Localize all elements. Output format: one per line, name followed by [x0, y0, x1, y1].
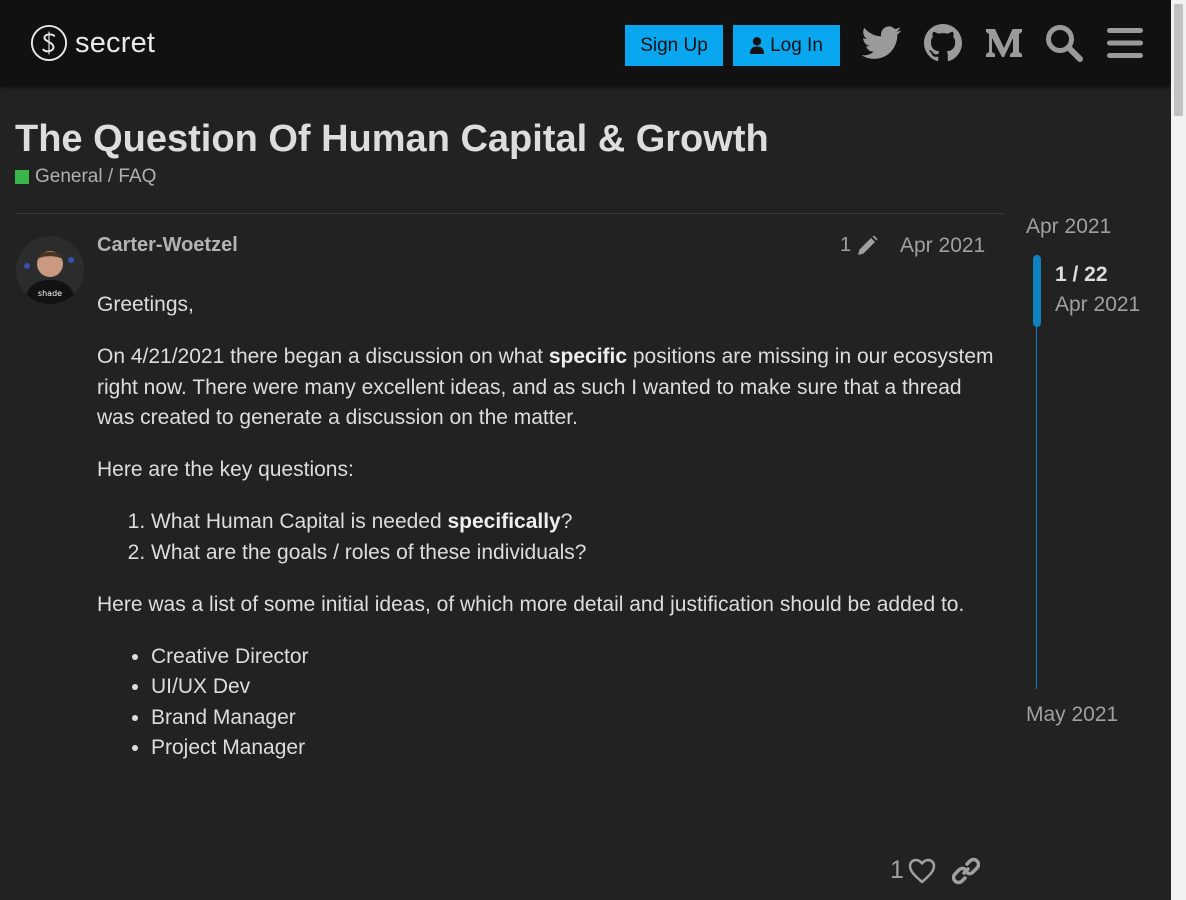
category-color-swatch — [15, 170, 29, 184]
list-item: Creative Director — [151, 642, 997, 673]
user-icon — [750, 37, 765, 54]
post-date[interactable]: Apr 2021 — [900, 234, 985, 258]
avatar[interactable]: shade — [16, 236, 84, 304]
edit-history-button[interactable]: 1 — [840, 234, 878, 257]
post-author[interactable]: Carter-Woetzel — [97, 234, 238, 257]
timeline-position-date: Apr 2021 — [1055, 293, 1141, 316]
question-1-text: What Human Capital is needed — [151, 510, 448, 533]
page-scrollbar[interactable] — [1171, 0, 1186, 900]
intro-text: On 4/21/2021 there began a discussion on… — [97, 345, 549, 368]
list-item: Project Manager — [151, 733, 997, 764]
secret-logo-icon — [30, 24, 68, 62]
list-item: What are the goals / roles of these indi… — [151, 538, 997, 569]
title-divider — [16, 213, 1004, 214]
twitter-icon[interactable] — [861, 22, 903, 64]
ideas-list: Creative Director UI/UX Dev Brand Manage… — [97, 642, 997, 764]
scrollbar-thumb[interactable] — [1174, 4, 1183, 116]
share-link-icon[interactable] — [951, 857, 980, 885]
ideas-heading: Here was a list of some initial ideas, o… — [97, 592, 965, 616]
post-actions: 1 — [890, 856, 980, 885]
timeline-start-date[interactable]: Apr 2021 — [1026, 215, 1111, 239]
medium-icon[interactable] — [983, 22, 1025, 64]
hamburger-menu-icon[interactable] — [1104, 22, 1146, 64]
like-count[interactable]: 1 — [890, 856, 904, 885]
intro-bold-text: specific — [548, 345, 628, 368]
question-1-end: ? — [560, 510, 573, 533]
questions-heading: Here are the key questions: — [97, 458, 354, 481]
user-avatar-image: shade — [16, 236, 84, 304]
list-item: Brand Manager — [151, 703, 997, 734]
svg-text:shade: shade — [38, 289, 62, 298]
site-logo[interactable]: secret — [30, 24, 155, 62]
logo-text: secret — [75, 26, 156, 59]
intro-paragraph: On 4/21/2021 there began a discussion on… — [97, 342, 997, 434]
post-content: Greetings, On 4/21/2021 there began a di… — [97, 290, 997, 785]
list-item: UI/UX Dev — [151, 672, 997, 703]
timeline-scroller-handle[interactable] — [1033, 255, 1041, 327]
topic-title[interactable]: The Question Of Human Capital & Growth — [15, 118, 769, 161]
heart-icon[interactable] — [908, 858, 936, 884]
timeline-end-date[interactable]: May 2021 — [1026, 703, 1118, 727]
log-in-button[interactable]: Log In — [733, 25, 840, 66]
question-list: What Human Capital is needed specificall… — [97, 507, 997, 568]
greeting: Greetings, — [97, 293, 194, 316]
github-icon[interactable] — [922, 22, 964, 64]
list-item: What Human Capital is needed specificall… — [151, 507, 997, 538]
site-header: secret Sign Up Log In — [0, 0, 1171, 86]
sign-up-button[interactable]: Sign Up — [625, 25, 723, 66]
question-1-bold: specifically — [447, 510, 561, 533]
edit-count: 1 — [840, 234, 852, 256]
timeline-position: 1 / 22 — [1055, 263, 1108, 286]
log-in-label: Log In — [770, 34, 823, 56]
category-label: General / FAQ — [35, 166, 157, 187]
search-icon[interactable] — [1043, 22, 1085, 64]
category-badge[interactable]: General / FAQ — [15, 166, 156, 188]
pencil-icon — [858, 235, 878, 255]
sign-up-label: Sign Up — [640, 34, 708, 56]
